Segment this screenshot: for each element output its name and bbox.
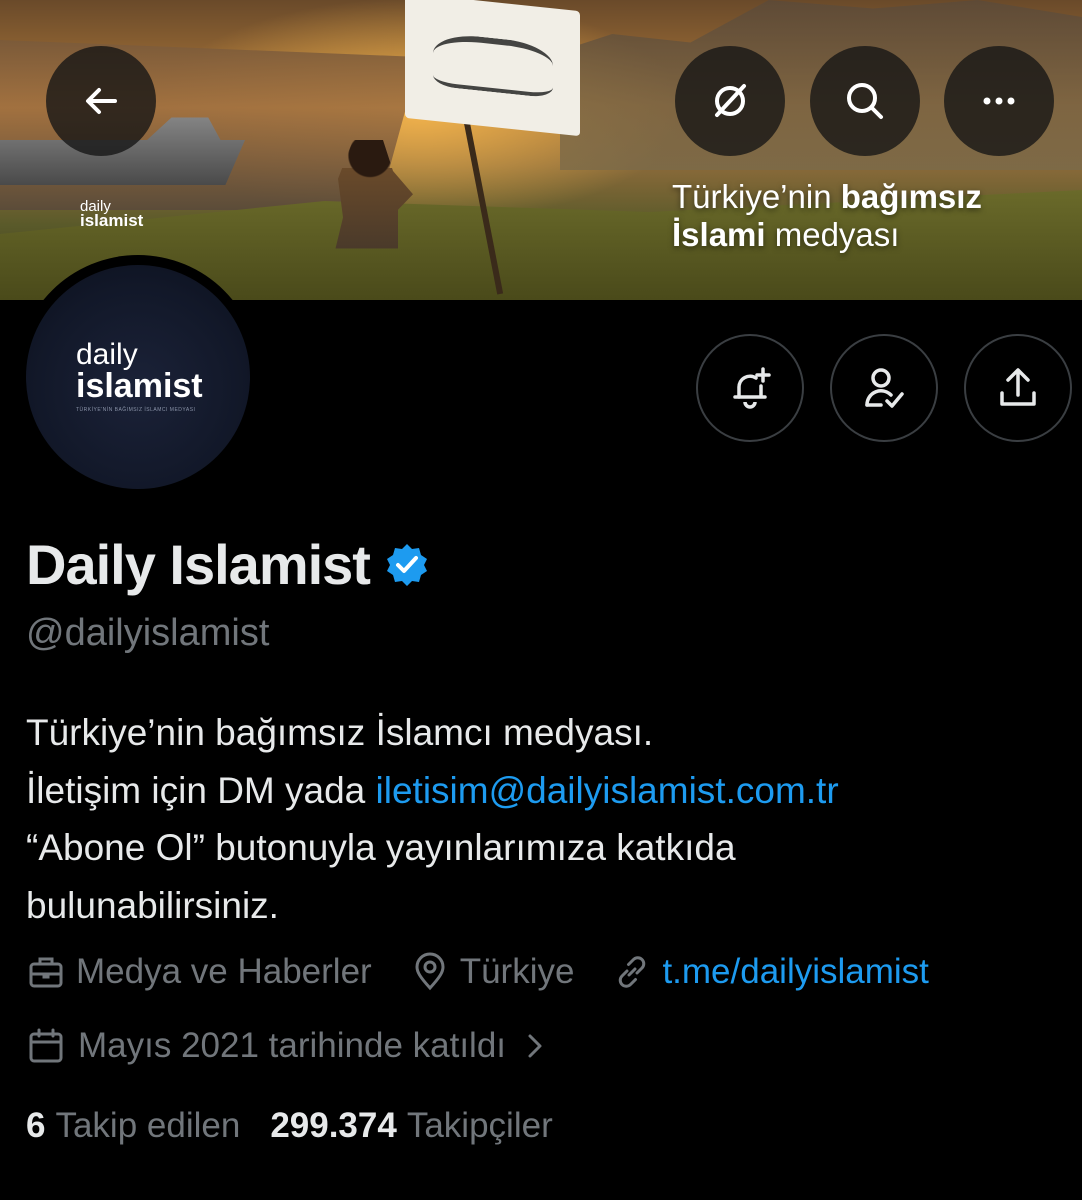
following-label: Takip edilen — [55, 1106, 241, 1145]
meta-location-label: Türkiye — [459, 952, 575, 991]
profile-stats: 6 Takip edilen 299.374 Takipçiler — [26, 1106, 583, 1146]
verified-badge-icon[interactable] — [384, 542, 430, 588]
meta-website-link[interactable]: t.me/dailyislamist — [662, 952, 928, 992]
share-button[interactable] — [964, 334, 1072, 442]
avatar-tiny-text: TÜRKİYE'NİN BAĞIMSIZ İSLAMCI MEDYASI — [76, 407, 196, 413]
meta-joined-label: Mayıs 2021 tarihinde katıldı — [78, 1026, 507, 1065]
bio-line: bulunabilirsiniz. — [26, 884, 279, 926]
back-arrow-icon — [86, 88, 117, 114]
location-pin-icon — [415, 952, 445, 991]
bio-line: Türkiye’nin bağımsız İslamcı medyası. — [26, 712, 654, 753]
bio-email-link[interactable]: iletisim@dailyislamist.com.tr — [376, 770, 839, 811]
more-icon — [983, 97, 1015, 105]
followers-count: 299.374 — [270, 1106, 397, 1145]
profile-bio: Türkiye’nin bağımsız İslamcı medyası. İl… — [26, 704, 1056, 934]
following-stat[interactable]: 6 Takip edilen — [26, 1106, 240, 1146]
following-button[interactable] — [830, 334, 938, 442]
followers-label: Takipçiler — [406, 1106, 553, 1145]
meta-category-label: Medya ve Haberler — [76, 952, 372, 991]
person-check-icon — [865, 368, 904, 408]
banner-flag — [405, 0, 580, 137]
followers-stat[interactable]: 299.374 Takipçiler — [270, 1106, 552, 1146]
meta-joined[interactable]: Mayıs 2021 tarihinde katıldı — [26, 1026, 550, 1066]
avatar-line2: islamist — [76, 367, 203, 405]
avatar-line1: daily — [76, 338, 138, 371]
bio-line: “Abone Ol” butonuyla yayınlarımıza katkı… — [26, 827, 736, 868]
following-count: 6 — [26, 1106, 46, 1145]
banner-tagline: Türkiye’nin bağımsız İslami medyası — [672, 178, 982, 254]
banner-logo: daily islamist — [80, 199, 144, 230]
tagline-bold: İslami — [672, 216, 766, 253]
meta-location: Türkiye — [410, 952, 575, 992]
profile-banner[interactable]: daily islamist Türkiye’nin bağımsız İsla… — [0, 0, 1082, 300]
grok-button[interactable] — [675, 46, 785, 156]
bio-line: İletişim için DM yada iletisim@dailyisla… — [26, 762, 1056, 820]
tagline-bold: bağımsız — [840, 178, 982, 215]
banner-logo-line2: islamist — [80, 211, 144, 230]
grok-icon — [715, 84, 746, 117]
back-button[interactable] — [46, 46, 156, 156]
tagline-part: Türkiye’nin — [672, 178, 841, 215]
avatar-image: daily islamist TÜRKİYE'NİN BAĞIMSIZ İSLA… — [26, 265, 250, 489]
briefcase-icon — [29, 957, 63, 988]
more-button[interactable] — [944, 46, 1054, 156]
chevron-right-icon — [528, 1034, 542, 1058]
tagline-part: medyası — [765, 216, 900, 253]
calendar-icon — [29, 1028, 63, 1063]
notify-button[interactable] — [696, 334, 804, 442]
link-icon — [619, 956, 646, 988]
search-icon — [847, 83, 883, 119]
meta-category: Medya ve Haberler — [26, 952, 372, 992]
meta-website[interactable]: t.me/dailyislamist — [612, 952, 929, 992]
profile-meta: Medya ve Haberler Türkiye t.me/dailyisla… — [26, 952, 967, 992]
search-button[interactable] — [810, 46, 920, 156]
bio-text: İletişim için DM yada — [26, 769, 376, 811]
avatar[interactable]: daily islamist TÜRKİYE'NİN BAĞIMSIZ İSLA… — [16, 255, 260, 499]
profile-handle: @dailyislamist — [26, 612, 270, 654]
flag-script — [432, 31, 553, 98]
bell-plus-icon — [733, 367, 771, 409]
profile-name-row: Daily Islamist — [26, 532, 430, 597]
profile-name: Daily Islamist — [26, 533, 371, 596]
share-icon — [1000, 368, 1036, 406]
